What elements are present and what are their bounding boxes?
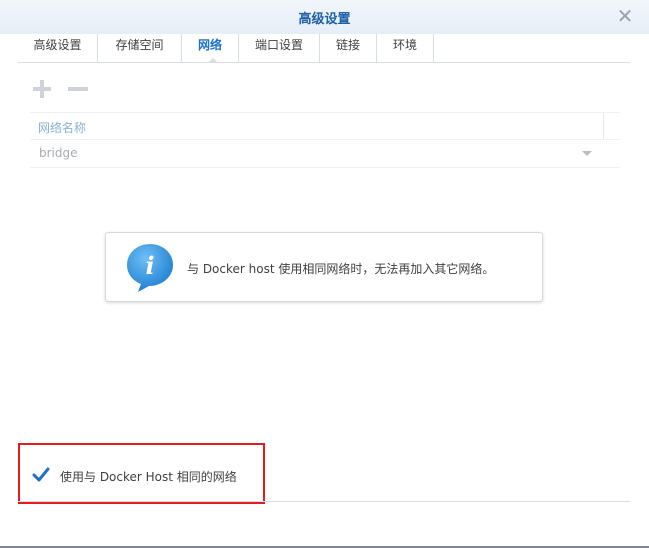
- host-network-checkbox-label[interactable]: 使用与 Docker Host 相同的网络: [60, 468, 237, 485]
- info-message-box: i 与 Docker host 使用相同网络时，无法再加入其它网络。: [105, 232, 543, 302]
- host-network-option-highlight: 使用与 Docker Host 相同的网络: [18, 443, 265, 504]
- info-message-text: 与 Docker host 使用相同网络时，无法再加入其它网络。: [187, 262, 495, 276]
- tab-links[interactable]: 链接: [320, 34, 377, 62]
- chevron-down-icon[interactable]: [582, 151, 592, 156]
- info-bubble-icon: i: [124, 241, 176, 293]
- table-row[interactable]: bridge: [30, 139, 620, 168]
- active-tab-indicator: [208, 58, 218, 63]
- network-name-select[interactable]: bridge: [39, 146, 78, 160]
- svg-text:i: i: [145, 251, 154, 280]
- tab-advanced-settings[interactable]: 高级设置: [18, 34, 98, 62]
- plus-icon[interactable]: [31, 78, 53, 100]
- tab-environment[interactable]: 环境: [377, 34, 434, 62]
- close-icon[interactable]: ✕: [615, 6, 635, 26]
- minus-icon[interactable]: [67, 78, 89, 100]
- tab-bar: 高级设置 存储空间 网络 端口设置 链接 环境: [18, 34, 630, 63]
- network-grid-header: 网络名称: [30, 112, 620, 140]
- column-separator: [603, 113, 604, 139]
- title-bar: 高级设置 ✕: [0, 0, 649, 34]
- column-header-network-name[interactable]: 网络名称: [38, 119, 86, 136]
- divider: [18, 501, 630, 502]
- tab-port-settings[interactable]: 端口设置: [239, 34, 320, 62]
- window-title: 高级设置: [298, 12, 351, 27]
- host-network-checkbox[interactable]: [32, 466, 50, 484]
- tab-storage[interactable]: 存储空间: [98, 34, 182, 62]
